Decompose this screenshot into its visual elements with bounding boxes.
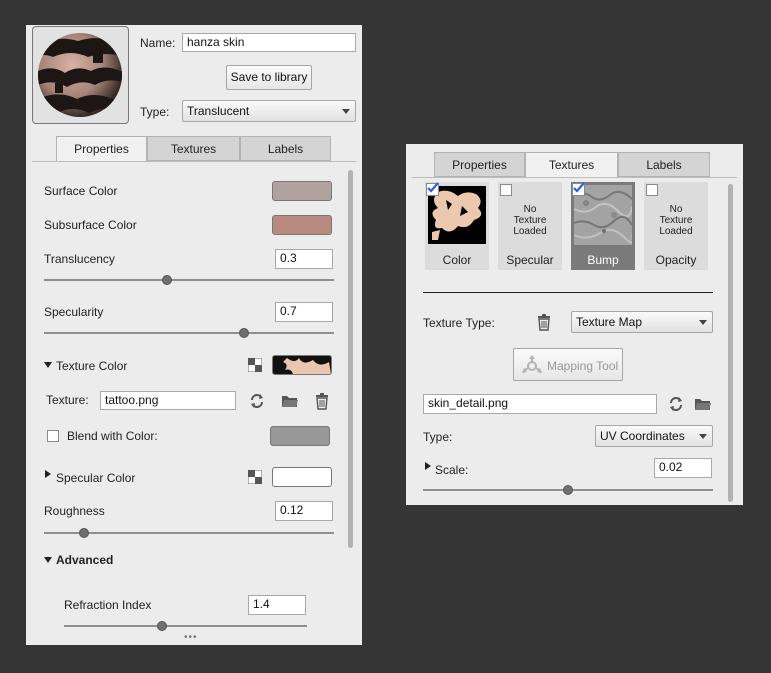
tattoo-thumbnail-icon xyxy=(283,358,331,374)
scale-expand-icon[interactable] xyxy=(425,462,431,470)
specular-slot-checkbox[interactable] xyxy=(500,184,512,196)
trash-icon[interactable] xyxy=(313,392,331,410)
specularity-slider-knob[interactable] xyxy=(239,328,249,338)
no-texture-loaded-text: No Texture Loaded xyxy=(513,204,547,237)
specularity-label: Specularity xyxy=(44,305,104,319)
texture-color-expand-icon[interactable] xyxy=(44,362,52,368)
color-slot-checkbox[interactable] xyxy=(426,182,439,196)
texture-color-label: Texture Color xyxy=(56,359,128,373)
refraction-index-input[interactable]: 1.4 xyxy=(248,595,306,615)
specularity-slider-track[interactable] xyxy=(44,332,334,334)
translucency-input[interactable]: 0.3 xyxy=(275,249,333,269)
specular-color-label: Specular Color xyxy=(56,471,136,485)
color-slot-label: Color xyxy=(442,253,472,267)
material-name-input[interactable]: hanza skin xyxy=(182,33,356,52)
texture-type-label: Texture Type: xyxy=(423,316,495,330)
specularity-input[interactable]: 0.7 xyxy=(275,302,333,322)
folder-icon[interactable] xyxy=(281,392,299,410)
mapping-tool-label: Mapping Tool xyxy=(547,359,619,373)
texture-slot-color[interactable]: Color xyxy=(425,182,489,270)
roughness-input[interactable]: 0.12 xyxy=(275,501,333,521)
surface-color-label: Surface Color xyxy=(44,184,118,198)
scale-label: Scale: xyxy=(435,463,469,477)
checkmark-icon xyxy=(427,182,439,193)
specular-color-swatch[interactable] xyxy=(272,467,332,487)
advanced-expand-icon[interactable] xyxy=(44,557,52,563)
dropdown-caret-icon xyxy=(699,320,707,325)
skin-sphere-icon xyxy=(38,33,122,117)
texture-type-value: Texture Map xyxy=(576,315,643,329)
checkmark-icon xyxy=(573,182,585,193)
subsurface-color-swatch[interactable] xyxy=(272,215,332,235)
mapping-type-label: Type: xyxy=(423,430,453,444)
more-indicator[interactable]: ••• xyxy=(184,632,198,643)
trash-icon[interactable] xyxy=(535,313,553,331)
mapping-type-value: UV Coordinates xyxy=(600,429,685,443)
material-type-value: Translucent xyxy=(187,104,250,118)
texture-type-dropdown[interactable]: Texture Map xyxy=(571,311,713,333)
mapping-type-dropdown[interactable]: UV Coordinates xyxy=(595,425,713,447)
texture-slot-opacity[interactable]: No Texture Loaded Opacity xyxy=(644,182,708,270)
refraction-slider-knob[interactable] xyxy=(157,621,167,631)
translucency-slider-knob[interactable] xyxy=(162,275,172,285)
roughness-slider-knob[interactable] xyxy=(79,528,89,538)
material-properties-panel: Name: hanza skin Save to library Type: T… xyxy=(26,25,362,645)
specular-slot-label: Specular xyxy=(506,253,554,267)
dropdown-caret-icon xyxy=(699,434,707,439)
dropdown-caret-icon xyxy=(342,109,350,114)
scale-slider-knob[interactable] xyxy=(563,485,573,495)
save-to-library-button[interactable]: Save to library xyxy=(226,65,312,90)
refraction-slider-track[interactable] xyxy=(64,625,307,627)
mapping-tool-icon xyxy=(522,355,542,373)
properties-scrollbar[interactable] xyxy=(348,170,353,548)
tab-labels[interactable]: Labels xyxy=(240,136,331,161)
mapping-tool-button: Mapping Tool xyxy=(513,348,623,381)
texture-color-swatch[interactable] xyxy=(272,355,332,375)
blend-with-color-checkbox[interactable] xyxy=(47,430,59,442)
reload-icon[interactable] xyxy=(248,392,266,410)
translucency-slider-track[interactable] xyxy=(44,279,334,281)
surface-color-swatch[interactable] xyxy=(272,181,332,201)
checker-icon[interactable] xyxy=(247,357,263,373)
translucency-label: Translucency xyxy=(44,252,115,266)
subsurface-color-label: Subsurface Color xyxy=(44,218,137,232)
blend-with-color-label: Blend with Color: xyxy=(67,429,158,443)
texture-slot-specular[interactable]: No Texture Loaded Specular xyxy=(498,182,562,270)
blend-color-swatch[interactable] xyxy=(270,426,330,446)
tab-labels[interactable]: Labels xyxy=(618,152,710,177)
bump-slot-label: Bump xyxy=(587,253,619,267)
reload-icon[interactable] xyxy=(667,395,685,413)
tab-properties[interactable]: Properties xyxy=(434,152,525,177)
refraction-index-label: Refraction Index xyxy=(64,598,152,612)
type-label: Type: xyxy=(140,105,170,119)
texture-slot-bump[interactable]: Bump xyxy=(571,182,635,270)
name-label: Name: xyxy=(140,36,176,50)
tab-properties[interactable]: Properties xyxy=(56,136,147,162)
texture-file-input[interactable]: skin_detail.png xyxy=(423,394,657,414)
roughness-label: Roughness xyxy=(44,504,105,518)
bump-slot-checkbox[interactable] xyxy=(572,182,585,196)
texture-editor-panel: Properties Textures Labels Color No Text… xyxy=(406,144,743,505)
no-texture-loaded-text: No Texture Loaded xyxy=(659,204,693,237)
advanced-label[interactable]: Advanced xyxy=(56,553,113,567)
folder-icon[interactable] xyxy=(694,395,712,413)
textures-scrollbar[interactable] xyxy=(728,184,733,502)
specular-color-expand-icon[interactable] xyxy=(45,470,51,478)
tab-divider xyxy=(412,177,737,178)
tab-divider xyxy=(32,161,356,162)
scale-input[interactable]: 0.02 xyxy=(654,458,712,478)
opacity-slot-checkbox[interactable] xyxy=(646,184,658,196)
material-type-dropdown[interactable]: Translucent xyxy=(182,100,356,122)
section-divider xyxy=(423,292,713,293)
tab-textures[interactable]: Textures xyxy=(147,136,240,161)
checker-icon[interactable] xyxy=(247,469,263,485)
tab-textures[interactable]: Textures xyxy=(525,152,618,178)
material-preview xyxy=(32,26,129,124)
texture-file-input[interactable]: tattoo.png xyxy=(100,391,236,410)
opacity-slot-label: Opacity xyxy=(655,253,697,267)
texture-label: Texture: xyxy=(46,393,89,407)
